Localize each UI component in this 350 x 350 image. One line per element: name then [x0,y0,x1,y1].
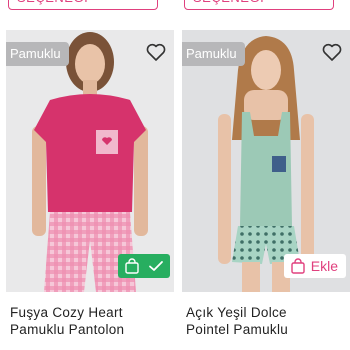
favorite-heart-icon[interactable] [320,40,344,64]
material-badge: Pamuklu [182,42,245,66]
product-image[interactable]: Pamuklu [6,30,174,292]
add-to-cart-label: Ekle [310,258,338,274]
shopping-bag-icon [125,258,139,274]
shopping-bag-icon [291,258,305,274]
product-title-line2: Pamuklu Pantolon [10,322,125,337]
model-illustration [218,36,314,292]
product-title-line1: Açık Yeşil Dolce [186,305,287,320]
color-option-button[interactable]: SEÇENEĞİ [8,0,158,10]
color-option-button[interactable]: SEÇENEĞİ [184,0,334,10]
product-title-line1: Fuşya Cozy Heart [10,305,123,320]
check-icon [149,261,163,271]
product-title[interactable]: Fuşya Cozy Heart Pamuklu Pantolon [10,304,174,338]
product-card-acik-yesil[interactable]: SEÇENEĞİ [182,0,350,346]
product-title-line2: Pointel Pamuklu [186,322,289,337]
add-to-cart-button[interactable]: Ekle [283,254,346,278]
material-badge: Pamuklu [6,42,69,66]
favorite-heart-icon[interactable] [144,40,168,64]
model-illustration [12,32,148,292]
product-image[interactable]: Pamuklu Ekle [182,30,350,292]
product-card-fusya[interactable]: SEÇENEĞİ [6,0,174,346]
added-to-cart-button[interactable] [118,254,170,278]
product-grid: SEÇENEĞİ [0,0,350,350]
product-title[interactable]: Açık Yeşil Dolce Pointel Pamuklu [186,304,350,338]
